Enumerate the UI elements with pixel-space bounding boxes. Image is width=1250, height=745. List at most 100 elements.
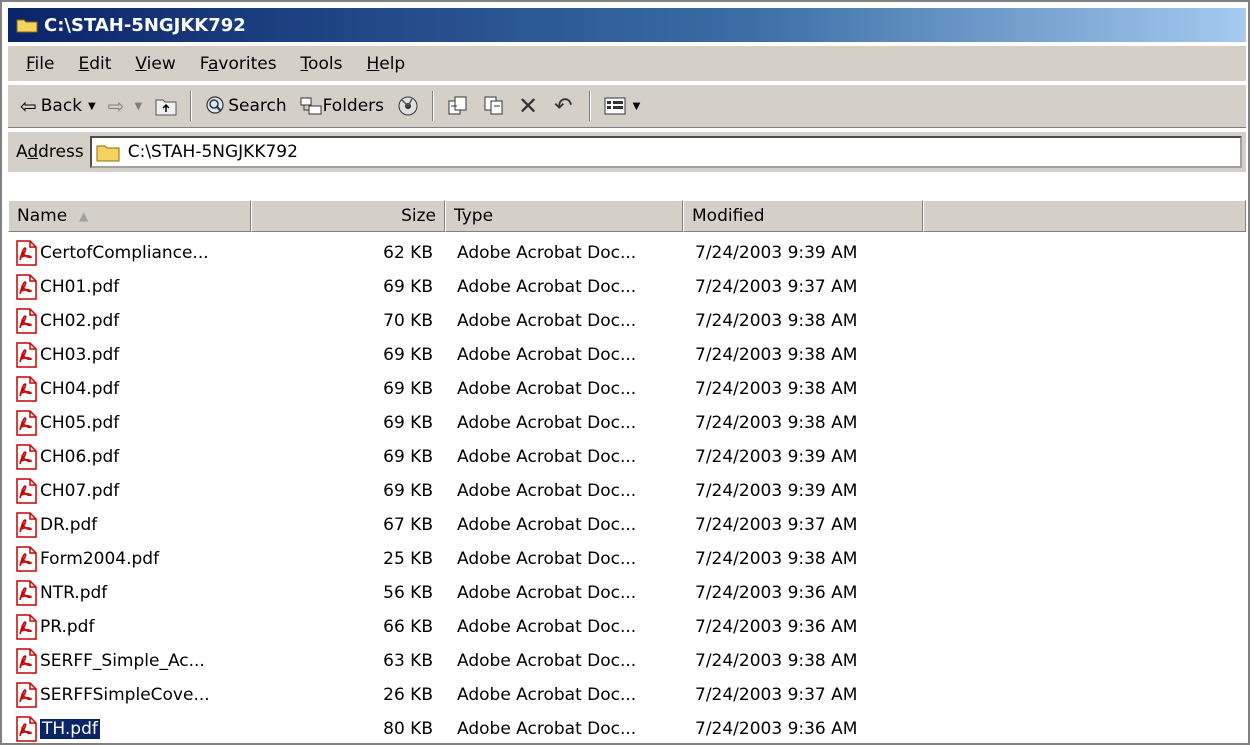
file-name-cell[interactable]: CertofCompliance... [8, 240, 251, 266]
column-header-name[interactable]: Name ▲ [8, 200, 251, 232]
file-size: 69 KB [383, 481, 433, 501]
file-name-cell[interactable]: CH01.pdf [8, 274, 251, 300]
file-row[interactable]: CH05.pdf 69 KB Adobe Acrobat Doc... 7/24/20… [8, 406, 1246, 440]
file-row[interactable]: CH07.pdf 69 KB Adobe Acrobat Doc... 7/24/20… [8, 474, 1246, 508]
chevron-down-icon[interactable]: ▼ [633, 101, 641, 112]
pdf-file-icon [16, 512, 37, 538]
pdf-file-icon [16, 240, 37, 266]
file-row[interactable]: CertofCompliance... 62 KB Adobe Acrobat Do… [8, 236, 1246, 270]
file-row[interactable]: SERFFSimpleCove... 26 KB Adobe Acrobat Doc… [8, 678, 1246, 712]
file-type: Adobe Acrobat Doc... [457, 549, 637, 569]
delete-x-icon: ✕ [518, 92, 539, 120]
file-name: CH07.pdf [40, 481, 120, 501]
file-row[interactable]: SERFF_Simple_Ac... 63 KB Adobe Acrobat Doc… [8, 644, 1246, 678]
title-bar[interactable]: C:\STAH-5NGJKK792 [8, 8, 1246, 42]
file-size: 26 KB [383, 685, 433, 705]
file-name: CH03.pdf [40, 345, 120, 365]
file-name: Form2004.pdf [40, 549, 160, 569]
back-arrow-icon: ⇦ [20, 94, 37, 118]
menu-item[interactable]: Tools [289, 54, 355, 74]
views-button[interactable]: ▼ [597, 89, 647, 123]
file-name-cell[interactable]: TH.pdf [8, 716, 251, 742]
file-modified: 7/24/2003 9:38 AM [695, 549, 858, 569]
file-name-cell[interactable]: CH06.pdf [8, 444, 251, 470]
undo-button[interactable]: ↶ [548, 89, 582, 123]
file-name: SERFFSimpleCove... [40, 685, 210, 705]
file-name-cell[interactable]: SERFFSimpleCove... [8, 682, 251, 708]
file-name-cell[interactable]: CH02.pdf [8, 308, 251, 334]
back-label: Back [40, 96, 83, 116]
file-name-cell[interactable]: Form2004.pdf [8, 546, 251, 572]
file-row[interactable]: CH02.pdf 70 KB Adobe Acrobat Doc... 7/24/20… [8, 304, 1246, 338]
column-header-size[interactable]: Size [251, 200, 445, 232]
delete-button[interactable]: ✕ [512, 89, 548, 123]
file-name-cell[interactable]: CH07.pdf [8, 478, 251, 504]
toolbar: ⇦ Back ▼ ⇨ ▼ Search Folders ✕ ↶ ▼ [8, 84, 1246, 128]
sort-ascending-icon: ▲ [79, 209, 89, 223]
file-row[interactable]: Form2004.pdf 25 KB Adobe Acrobat Doc... 7/2… [8, 542, 1246, 576]
file-size: 25 KB [383, 549, 433, 569]
file-row[interactable]: CH06.pdf 69 KB Adobe Acrobat Doc... 7/24/20… [8, 440, 1246, 474]
file-row[interactable]: PR.pdf 66 KB Adobe Acrobat Doc... 7/24/2003… [8, 610, 1246, 644]
file-row[interactable]: CH04.pdf 69 KB Adobe Acrobat Doc... 7/24/20… [8, 372, 1246, 406]
file-type: Adobe Acrobat Doc... [457, 617, 637, 637]
address-bar: Address C:\STAH-5NGJKK792 [8, 132, 1246, 172]
undo-icon: ↶ [554, 93, 573, 119]
menu-item[interactable]: View [123, 54, 187, 74]
chevron-down-icon[interactable]: ▼ [135, 101, 143, 112]
address-label: Address [16, 142, 84, 162]
menu-item[interactable]: Help [354, 54, 417, 74]
file-name-cell[interactable]: NTR.pdf [8, 580, 251, 606]
menu-bar: File Edit View Favorites Tools Help [8, 46, 1246, 82]
address-value: C:\STAH-5NGJKK792 [127, 142, 298, 162]
file-modified: 7/24/2003 9:39 AM [695, 447, 858, 467]
search-label: Search [228, 96, 287, 116]
file-type: Adobe Acrobat Doc... [457, 651, 637, 671]
file-size: 69 KB [383, 447, 433, 467]
history-button[interactable] [390, 89, 426, 123]
file-name: TH.pdf [39, 718, 101, 740]
forward-arrow-icon: ⇨ [107, 94, 125, 118]
address-input[interactable]: C:\STAH-5NGJKK792 [89, 136, 1242, 168]
file-name-cell[interactable]: CH04.pdf [8, 376, 251, 402]
file-type: Adobe Acrobat Doc... [457, 243, 637, 263]
folders-label: Folders [322, 96, 385, 116]
search-button[interactable]: Search [198, 89, 292, 123]
file-size: 70 KB [383, 311, 433, 331]
column-header-modified[interactable]: Modified [683, 200, 923, 232]
file-row[interactable]: CH01.pdf 69 KB Adobe Acrobat Doc... 7/24/20… [8, 270, 1246, 304]
column-header-type[interactable]: Type [445, 200, 683, 232]
toolbar-separator [190, 91, 193, 121]
file-name-cell[interactable]: DR.pdf [8, 512, 251, 538]
file-name-cell[interactable]: CH05.pdf [8, 410, 251, 436]
file-size: 67 KB [383, 515, 433, 535]
file-row[interactable]: DR.pdf 67 KB Adobe Acrobat Doc... 7/24/2003… [8, 508, 1246, 542]
file-type: Adobe Acrobat Doc... [457, 345, 637, 365]
file-name-cell[interactable]: CH03.pdf [8, 342, 251, 368]
chevron-down-icon[interactable]: ▼ [88, 101, 96, 112]
pdf-file-icon [16, 274, 37, 300]
file-row[interactable]: NTR.pdf 56 KB Adobe Acrobat Doc... 7/24/200… [8, 576, 1246, 610]
move-to-button[interactable] [440, 89, 476, 123]
copy-to-button[interactable] [476, 89, 512, 123]
file-name-cell[interactable]: SERFF_Simple_Ac... [8, 648, 251, 674]
file-modified: 7/24/2003 9:37 AM [695, 685, 858, 705]
folders-button[interactable]: Folders [293, 89, 390, 123]
menu-item[interactable]: Favorites [188, 54, 289, 74]
file-type: Adobe Acrobat Doc... [457, 413, 637, 433]
move-to-icon [448, 96, 467, 115]
pdf-file-icon [16, 648, 37, 674]
file-modified: 7/24/2003 9:36 AM [695, 583, 858, 603]
pdf-file-icon [16, 478, 37, 504]
menu-item[interactable]: Edit [66, 54, 123, 74]
file-type: Adobe Acrobat Doc... [457, 447, 637, 467]
menu-item[interactable]: File [14, 54, 66, 74]
up-folder-button[interactable] [148, 89, 184, 123]
file-row[interactable]: TH.pdf 80 KB Adobe Acrobat Doc... 7/24/2003… [8, 712, 1246, 745]
file-row[interactable]: CH03.pdf 69 KB Adobe Acrobat Doc... 7/24/20… [8, 338, 1246, 372]
back-button[interactable]: ⇦ Back ▼ [14, 89, 102, 123]
forward-button[interactable]: ⇨ ▼ [102, 89, 148, 123]
file-name-cell[interactable]: PR.pdf [8, 614, 251, 640]
folder-icon [16, 19, 38, 33]
history-icon [398, 96, 418, 116]
